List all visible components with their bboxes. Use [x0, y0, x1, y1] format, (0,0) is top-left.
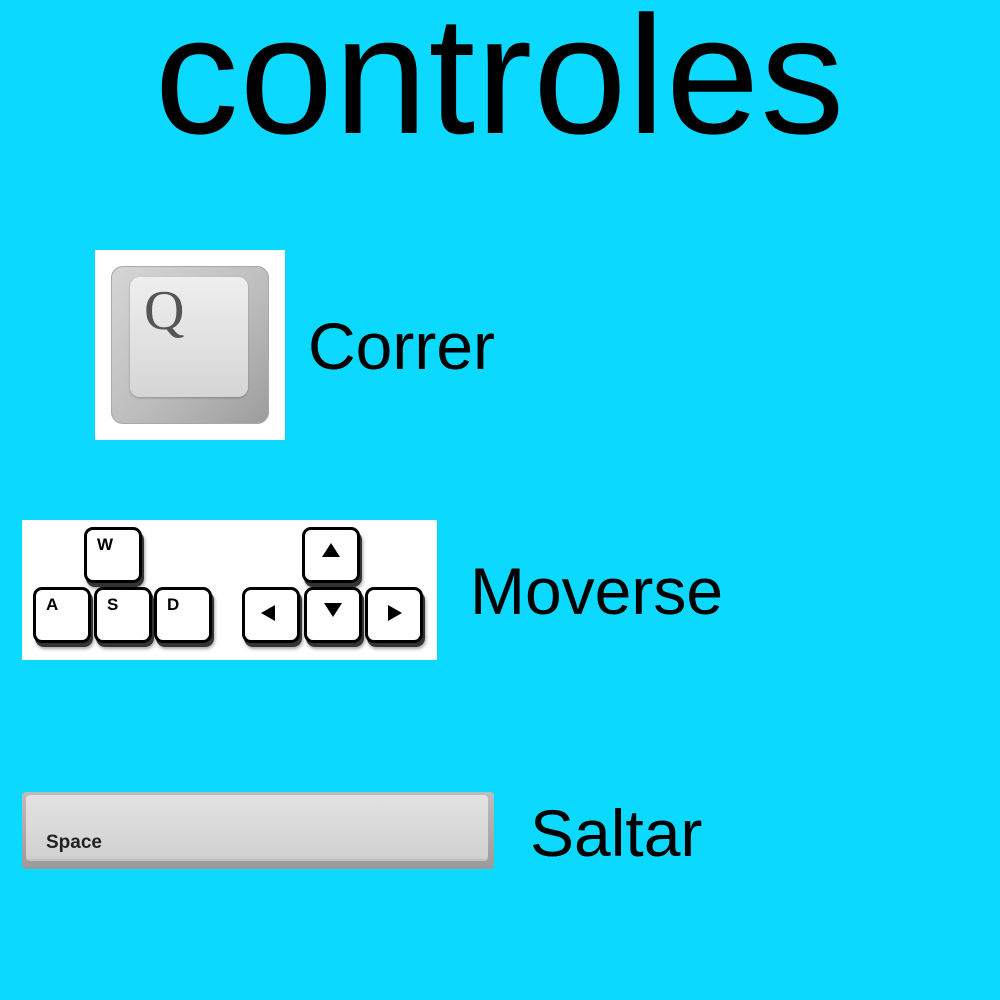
- q-key-letter: Q: [144, 280, 185, 342]
- page-title: controles: [154, 0, 846, 169]
- left-arrow-key: [242, 587, 300, 643]
- w-key-letter: W: [97, 535, 114, 554]
- q-key-top: Q: [130, 277, 248, 397]
- a-key: A: [33, 587, 91, 643]
- a-key-letter: A: [46, 595, 59, 614]
- wasd-arrow-keys-icon: W A S D: [22, 520, 437, 660]
- right-arrow-icon: [388, 605, 402, 621]
- down-arrow-key: [304, 587, 362, 643]
- moverse-label: Moverse: [470, 554, 724, 628]
- space-key-top: Space: [26, 795, 488, 861]
- s-key: S: [94, 587, 152, 643]
- left-arrow-icon: [261, 605, 275, 621]
- s-key-letter: S: [107, 595, 119, 614]
- space-key-icon: Space: [22, 792, 494, 869]
- up-arrow-icon: [322, 543, 340, 557]
- right-arrow-key: [365, 587, 423, 643]
- space-key-label: Space: [46, 832, 102, 853]
- d-key: D: [154, 587, 212, 643]
- down-arrow-icon: [324, 603, 342, 617]
- q-key-icon: Q: [95, 250, 285, 440]
- w-key: W: [84, 527, 142, 583]
- up-arrow-key: [302, 527, 360, 583]
- saltar-label: Saltar: [530, 796, 703, 870]
- d-key-letter: D: [167, 595, 180, 614]
- correr-label: Correr: [308, 309, 496, 383]
- q-key-base: Q: [111, 266, 269, 424]
